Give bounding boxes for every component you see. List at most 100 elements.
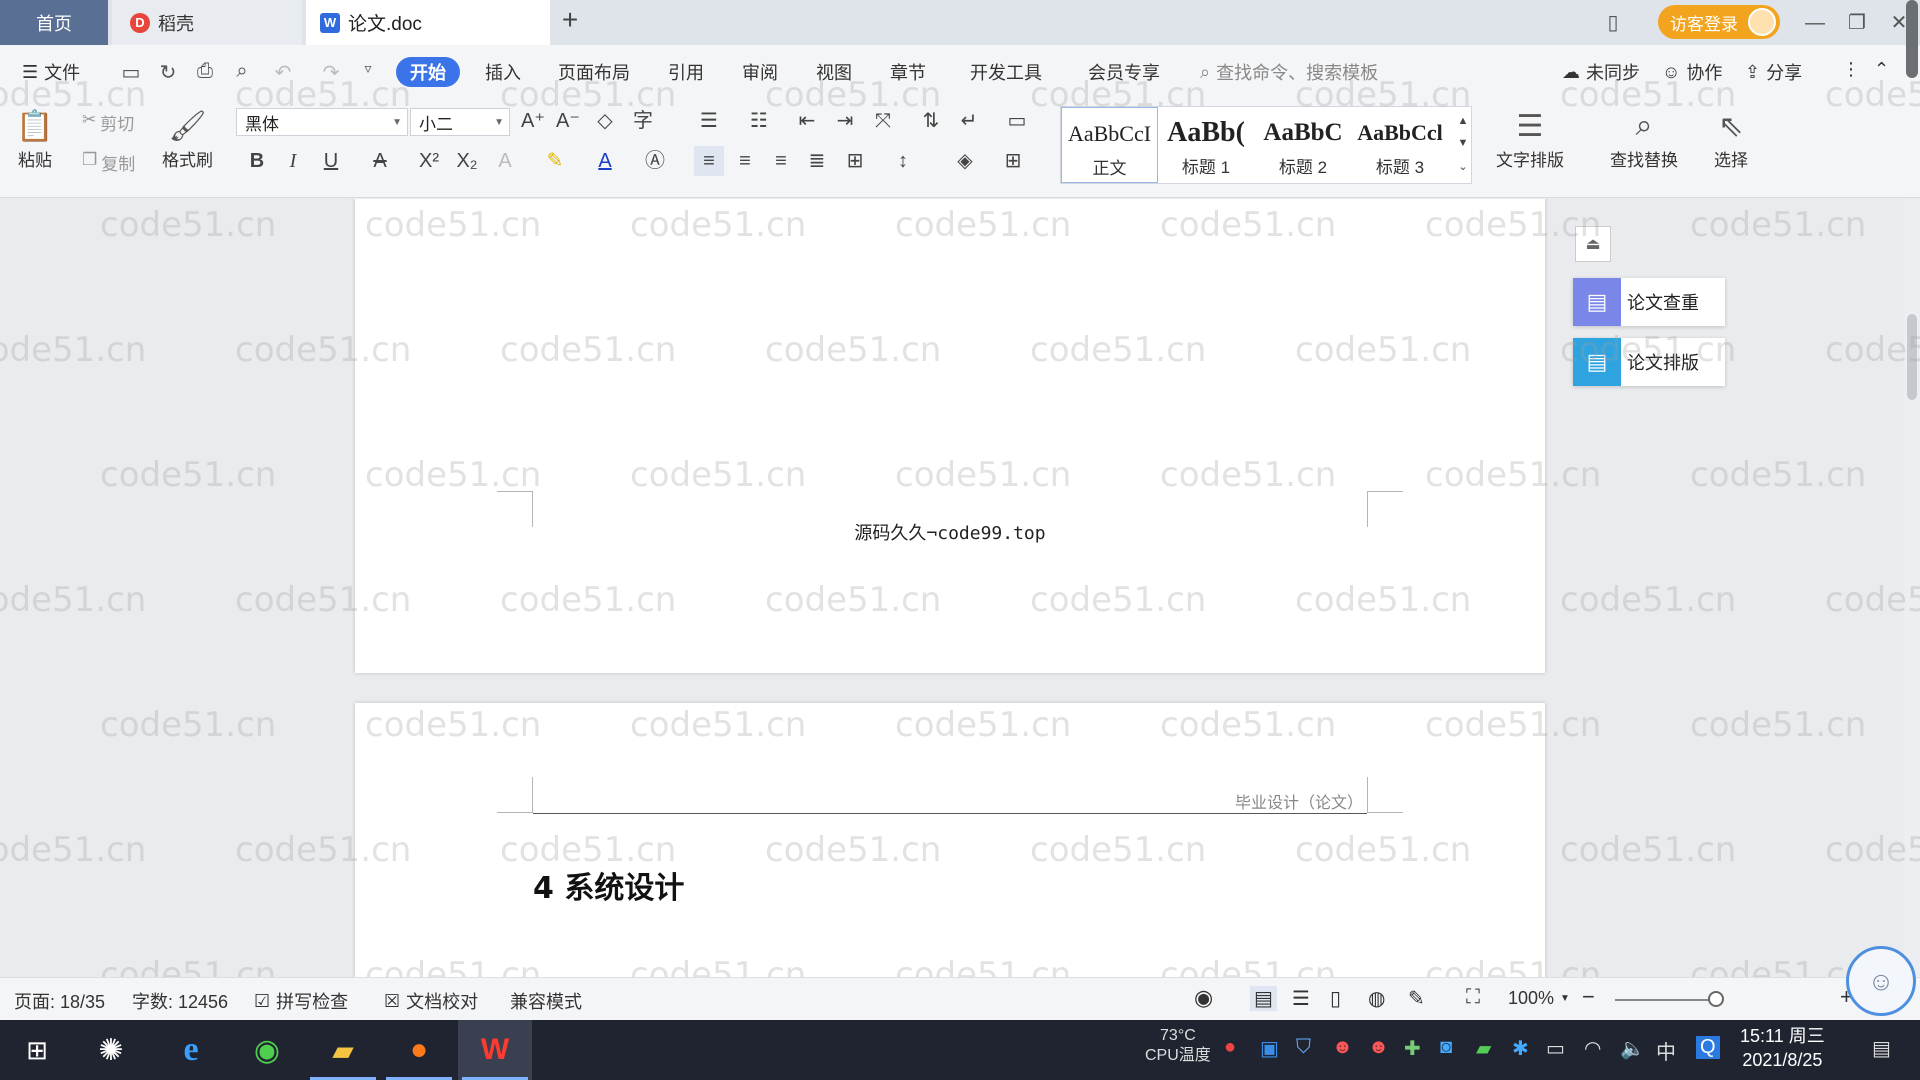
style-heading-1[interactable]: AaBb( 标题 1: [1158, 107, 1255, 183]
menu-file[interactable]: ☰ 文件: [22, 59, 80, 85]
menu-references[interactable]: 引用: [668, 59, 704, 85]
eye-protect-icon[interactable]: ◉: [1194, 985, 1213, 1011]
menu-developer[interactable]: 开发工具: [970, 59, 1042, 85]
zoom-out-icon[interactable]: −: [1582, 984, 1595, 1010]
vertical-scrollbar[interactable]: [1904, 199, 1920, 977]
sync-status-button[interactable]: ☁ 未同步: [1562, 59, 1640, 85]
redo-icon[interactable]: ↷: [318, 60, 344, 85]
sort-icon[interactable]: ⇅: [916, 106, 946, 136]
zoom-slider-knob[interactable]: [1708, 991, 1724, 1007]
copy-button[interactable]: ❐ 复制: [82, 150, 135, 175]
minimize-button[interactable]: —: [1800, 8, 1830, 38]
tab-docer[interactable]: D 稻壳: [112, 0, 302, 45]
tab-document[interactable]: W 论文.doc: [306, 0, 550, 45]
paper-layout-button[interactable]: ▤ 论文排版: [1573, 338, 1725, 386]
select-button[interactable]: ⇖ 选择: [1712, 106, 1750, 171]
align-center-icon[interactable]: ≡: [730, 146, 760, 176]
scrollbar-thumb[interactable]: [1907, 314, 1917, 400]
line-spacing-icon[interactable]: ↕: [888, 146, 918, 176]
style-expand-icon[interactable]: ⌄: [1448, 152, 1478, 182]
collaborate-button[interactable]: ☺ 协作: [1662, 59, 1722, 85]
align-right-icon[interactable]: ≡: [766, 146, 796, 176]
decrease-indent-icon[interactable]: ⇤: [792, 106, 822, 136]
windows-start-icon[interactable]: ⊞: [0, 1020, 74, 1080]
style-normal[interactable]: AaBbCcI 正文: [1061, 107, 1158, 183]
tray-q-icon[interactable]: Q: [1696, 1036, 1720, 1059]
format-painter-button[interactable]: 🖌 格式刷: [162, 106, 213, 171]
undo-icon[interactable]: ↶: [270, 60, 296, 85]
text-layout-button[interactable]: ☰ 文字排版: [1496, 106, 1564, 171]
volume-icon[interactable]: 🔈: [1620, 1036, 1645, 1061]
paste-button[interactable]: 📋 粘贴: [16, 106, 54, 171]
tab-home[interactable]: 首页: [0, 0, 108, 45]
italic-icon[interactable]: I: [278, 146, 308, 176]
page-view-icon[interactable]: ▤: [1250, 986, 1277, 1011]
superscript-icon[interactable]: X²: [414, 146, 444, 176]
distributed-icon[interactable]: ⊞: [840, 146, 870, 176]
more-menu-icon[interactable]: ⋮: [1842, 59, 1860, 80]
tray-qq2-icon[interactable]: ☻: [1368, 1036, 1389, 1059]
window-edge-scroll-thumb[interactable]: [1906, 0, 1918, 78]
cut-button[interactable]: ✂ 剪切: [82, 110, 134, 135]
tray-qq-icon[interactable]: ☻: [1332, 1036, 1353, 1059]
justify-icon[interactable]: ≣: [802, 146, 832, 176]
chinese-layout-icon[interactable]: ⤧: [868, 106, 898, 136]
menu-page-layout[interactable]: 页面布局: [558, 59, 630, 85]
strikethrough-icon[interactable]: A: [365, 146, 395, 176]
align-left-icon[interactable]: ≡: [694, 146, 724, 176]
menu-member[interactable]: 会员专享: [1088, 59, 1160, 85]
print-preview-icon[interactable]: ⌕: [229, 60, 255, 83]
panel-collapse-button[interactable]: ⏏: [1575, 226, 1611, 262]
style-heading-2[interactable]: AaBbC 标题 2: [1255, 107, 1352, 183]
print-icon[interactable]: ⎙: [192, 60, 218, 83]
page-header-text[interactable]: 毕业设计（论文）: [1235, 789, 1363, 813]
highlight-icon[interactable]: ✎: [540, 146, 570, 176]
menu-view[interactable]: 视图: [816, 59, 852, 85]
paper-check-button[interactable]: ▤ 论文查重: [1573, 278, 1725, 326]
battery-icon[interactable]: ▭: [1546, 1036, 1565, 1061]
system-clock[interactable]: 15:11 周三 2021/8/25: [1740, 1024, 1825, 1072]
ime-indicator[interactable]: 中: [1656, 1036, 1676, 1065]
borders-icon[interactable]: ⊞: [998, 146, 1028, 176]
cpu-temp-widget[interactable]: 73°C CPU温度: [1145, 1026, 1211, 1066]
new-tab-button[interactable]: +: [555, 6, 585, 36]
spell-check-button[interactable]: ☑ 拼写检查: [254, 988, 348, 1014]
increase-indent-icon[interactable]: ⇥: [830, 106, 860, 136]
taskbar-app-browser[interactable]: ◉: [230, 1020, 304, 1080]
tray-lips-icon[interactable]: ●: [1224, 1036, 1236, 1059]
assistant-avatar-icon[interactable]: ☺: [1846, 946, 1916, 1016]
guest-login-button[interactable]: 访客登录: [1658, 5, 1780, 39]
font-name-select[interactable]: 黑体 ▼: [236, 108, 408, 136]
window-layout-icon[interactable]: ▯: [1598, 8, 1628, 38]
tray-chat-icon[interactable]: ◙: [1440, 1036, 1452, 1059]
tray-plus-icon[interactable]: ✚: [1404, 1036, 1421, 1061]
shading-icon[interactable]: ◈: [950, 146, 980, 176]
restore-button[interactable]: ❐: [1842, 8, 1872, 38]
fit-page-icon[interactable]: ⛶: [1466, 986, 1480, 1009]
tray-nvidia-icon[interactable]: ▰: [1476, 1036, 1491, 1061]
taskbar-app-wps[interactable]: W: [458, 1020, 532, 1080]
zoom-slider-track[interactable]: [1615, 999, 1720, 1001]
taskbar-app-mascot[interactable]: ●: [382, 1020, 456, 1080]
phonetic-guide-icon[interactable]: 字: [628, 106, 658, 136]
reading-view-icon[interactable]: ▯: [1330, 986, 1341, 1011]
menu-chapter[interactable]: 章节: [890, 59, 926, 85]
outline-view-icon[interactable]: ☰: [1292, 986, 1310, 1011]
underline-icon[interactable]: U: [316, 146, 346, 176]
grow-font-icon[interactable]: A⁺: [518, 106, 548, 136]
subscript-icon[interactable]: X₂: [452, 146, 482, 176]
menu-insert[interactable]: 插入: [485, 59, 521, 85]
taskbar-app-explorer[interactable]: ▰: [306, 1020, 380, 1080]
tray-app-icon[interactable]: ▣: [1260, 1036, 1279, 1061]
text-effect-icon[interactable]: A: [490, 146, 520, 176]
web-view-icon[interactable]: ◍: [1368, 986, 1385, 1011]
doc-proof-button[interactable]: ☒ 文档校对: [384, 988, 478, 1014]
find-replace-button[interactable]: ⌕ 查找替换: [1610, 106, 1678, 171]
autosave-icon[interactable]: ↻: [155, 60, 181, 85]
bluetooth-icon[interactable]: ✱: [1512, 1036, 1529, 1061]
clear-format-icon[interactable]: ◇: [590, 106, 620, 136]
taskbar-app-fan[interactable]: ✺: [74, 1020, 148, 1080]
shrink-font-icon[interactable]: A⁻: [553, 106, 583, 136]
style-heading-3[interactable]: AaBbCcl 标题 3: [1352, 107, 1449, 183]
numbered-list-icon[interactable]: ☷: [744, 106, 774, 136]
